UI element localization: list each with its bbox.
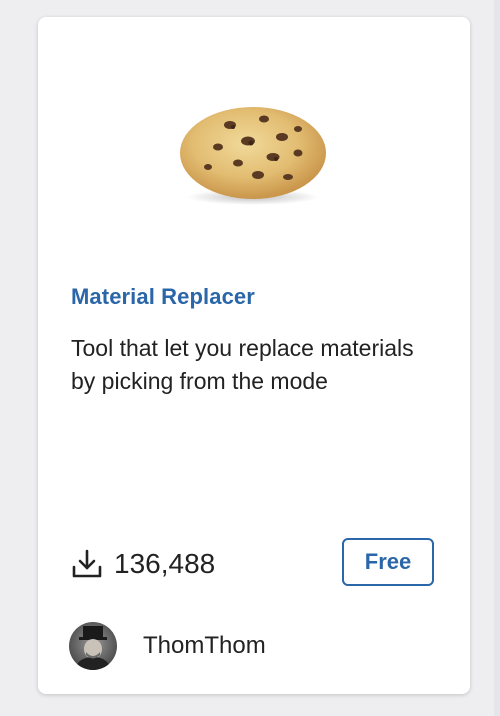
download-icon (72, 549, 102, 578)
cookie-image[interactable] (178, 97, 328, 207)
author[interactable]: ThomThom (69, 622, 266, 670)
extension-card[interactable]: Material Replacer Tool that let you repl… (38, 17, 470, 694)
avatar (69, 622, 117, 670)
download-count: 136,488 (70, 547, 215, 581)
price-free-button[interactable]: Free (342, 538, 434, 586)
extension-title[interactable]: Material Replacer (71, 284, 255, 310)
extension-description: Tool that let you replace materials by p… (71, 335, 414, 394)
download-count-value: 136,488 (114, 548, 216, 579)
next-card-edge (494, 0, 500, 716)
author-name[interactable]: ThomThom (143, 632, 266, 660)
